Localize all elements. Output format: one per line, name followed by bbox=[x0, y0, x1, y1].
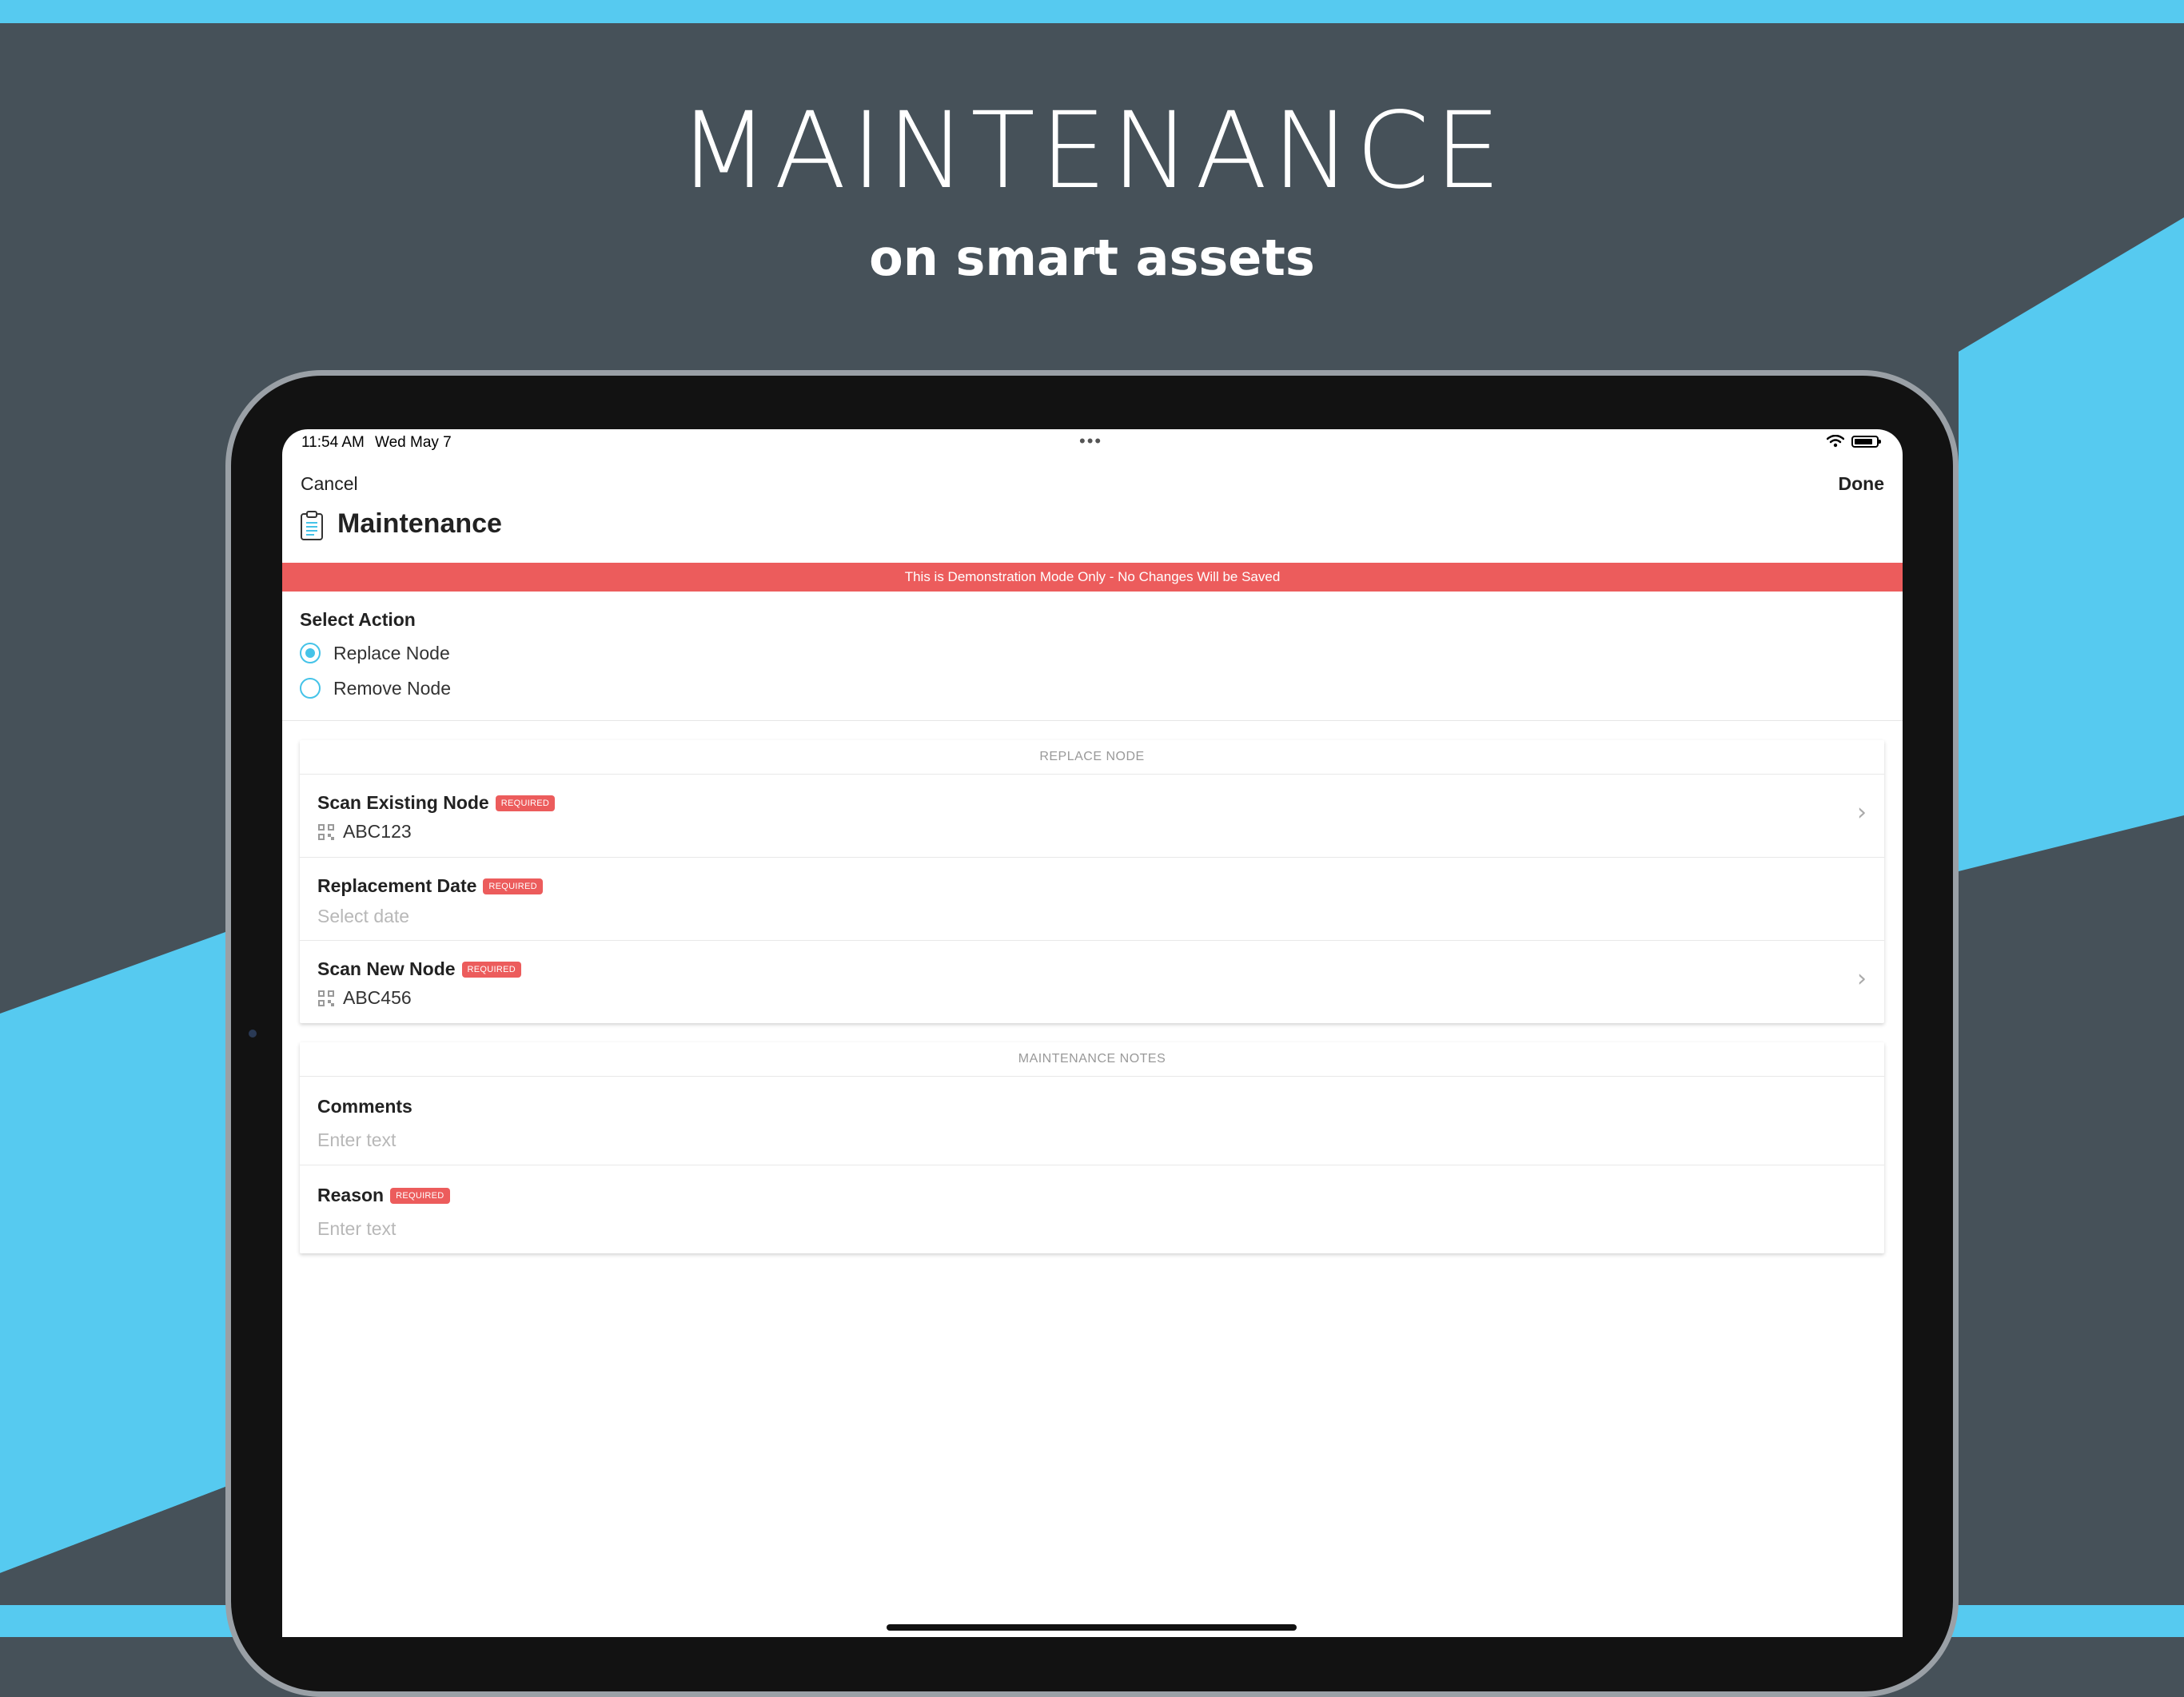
field-label-text: Replacement Date bbox=[317, 875, 477, 896]
demo-mode-banner: This is Demonstration Mode Only - No Cha… bbox=[282, 563, 1903, 592]
marketing-subline: on smart assets bbox=[869, 229, 1315, 287]
radio-option-remove-node[interactable]: Remove Node bbox=[300, 675, 451, 701]
qr-code-icon bbox=[318, 990, 334, 1006]
chevron-right-icon[interactable]: › bbox=[1857, 799, 1867, 827]
maintenance-notes-card: MAINTENANCE NOTES Comments Enter text Re… bbox=[300, 1042, 1884, 1253]
marketing-headline: MAINTENANCE bbox=[678, 90, 1506, 213]
select-action-label: Select Action bbox=[300, 609, 416, 630]
home-indicator[interactable] bbox=[887, 1624, 1297, 1631]
reason-field[interactable]: Reason REQUIRED Enter text bbox=[300, 1165, 1884, 1253]
qr-code-icon bbox=[318, 823, 334, 840]
field-label-text: Comments bbox=[317, 1096, 412, 1117]
field-value: ABC456 bbox=[317, 987, 412, 1009]
multitask-dots-icon[interactable]: ••• bbox=[1079, 431, 1102, 452]
radio-label: Replace Node bbox=[333, 642, 450, 663]
field-label-text: Scan Existing Node bbox=[317, 792, 489, 813]
clipboard-icon bbox=[301, 511, 323, 540]
card-header: REPLACE NODE bbox=[300, 740, 1884, 775]
radio-button-unchecked[interactable] bbox=[300, 678, 321, 699]
comments-input[interactable]: Enter text bbox=[317, 1129, 396, 1151]
page-title: Maintenance bbox=[337, 508, 502, 539]
required-badge: REQUIRED bbox=[390, 1187, 450, 1204]
field-label: Comments bbox=[317, 1096, 412, 1117]
section-divider bbox=[282, 720, 1903, 721]
status-date: Wed May 7 bbox=[375, 434, 452, 451]
field-label-text: Reason bbox=[317, 1185, 385, 1205]
reason-input[interactable]: Enter text bbox=[317, 1218, 396, 1240]
status-time: 11:54 AM bbox=[301, 434, 365, 451]
radio-option-replace-node[interactable]: Replace Node bbox=[300, 640, 450, 666]
replace-node-card: REPLACE NODE Scan Existing Node REQUIRED… bbox=[300, 740, 1884, 1023]
field-label-text: Scan New Node bbox=[317, 958, 456, 979]
required-badge: REQUIRED bbox=[495, 795, 556, 811]
app-screen: 11:54 AM Wed May 7 ••• Cancel Done Maint… bbox=[282, 429, 1903, 1637]
scan-new-node-field[interactable]: Scan New Node REQUIRED ABC456 › bbox=[300, 941, 1884, 1023]
field-label: Replacement Date REQUIRED bbox=[317, 875, 543, 897]
scan-existing-node-field[interactable]: Scan Existing Node REQUIRED ABC123 › bbox=[300, 775, 1884, 858]
status-bar: 11:54 AM Wed May 7 ••• bbox=[282, 429, 1903, 453]
comments-field[interactable]: Comments Enter text bbox=[300, 1077, 1884, 1165]
required-badge: REQUIRED bbox=[483, 878, 543, 894]
radio-label: Remove Node bbox=[333, 677, 452, 699]
done-button[interactable]: Done bbox=[1839, 473, 1885, 495]
required-badge: REQUIRED bbox=[461, 961, 522, 978]
wifi-icon bbox=[1827, 435, 1844, 448]
camera-dot bbox=[249, 1030, 257, 1038]
cancel-button[interactable]: Cancel bbox=[301, 473, 358, 495]
radio-button-checked[interactable] bbox=[300, 643, 321, 663]
field-label: Scan New Node REQUIRED bbox=[317, 958, 522, 980]
battery-icon bbox=[1851, 436, 1881, 448]
field-label: Reason REQUIRED bbox=[317, 1185, 450, 1206]
date-placeholder[interactable]: Select date bbox=[317, 906, 409, 927]
existing-node-value: ABC123 bbox=[343, 821, 412, 842]
card-header: MAINTENANCE NOTES bbox=[300, 1042, 1884, 1077]
field-label: Scan Existing Node REQUIRED bbox=[317, 792, 556, 814]
chevron-right-icon[interactable]: › bbox=[1857, 965, 1867, 993]
field-value: ABC123 bbox=[317, 821, 412, 843]
new-node-value: ABC456 bbox=[343, 987, 412, 1008]
replacement-date-field[interactable]: Replacement Date REQUIRED Select date bbox=[300, 858, 1884, 941]
